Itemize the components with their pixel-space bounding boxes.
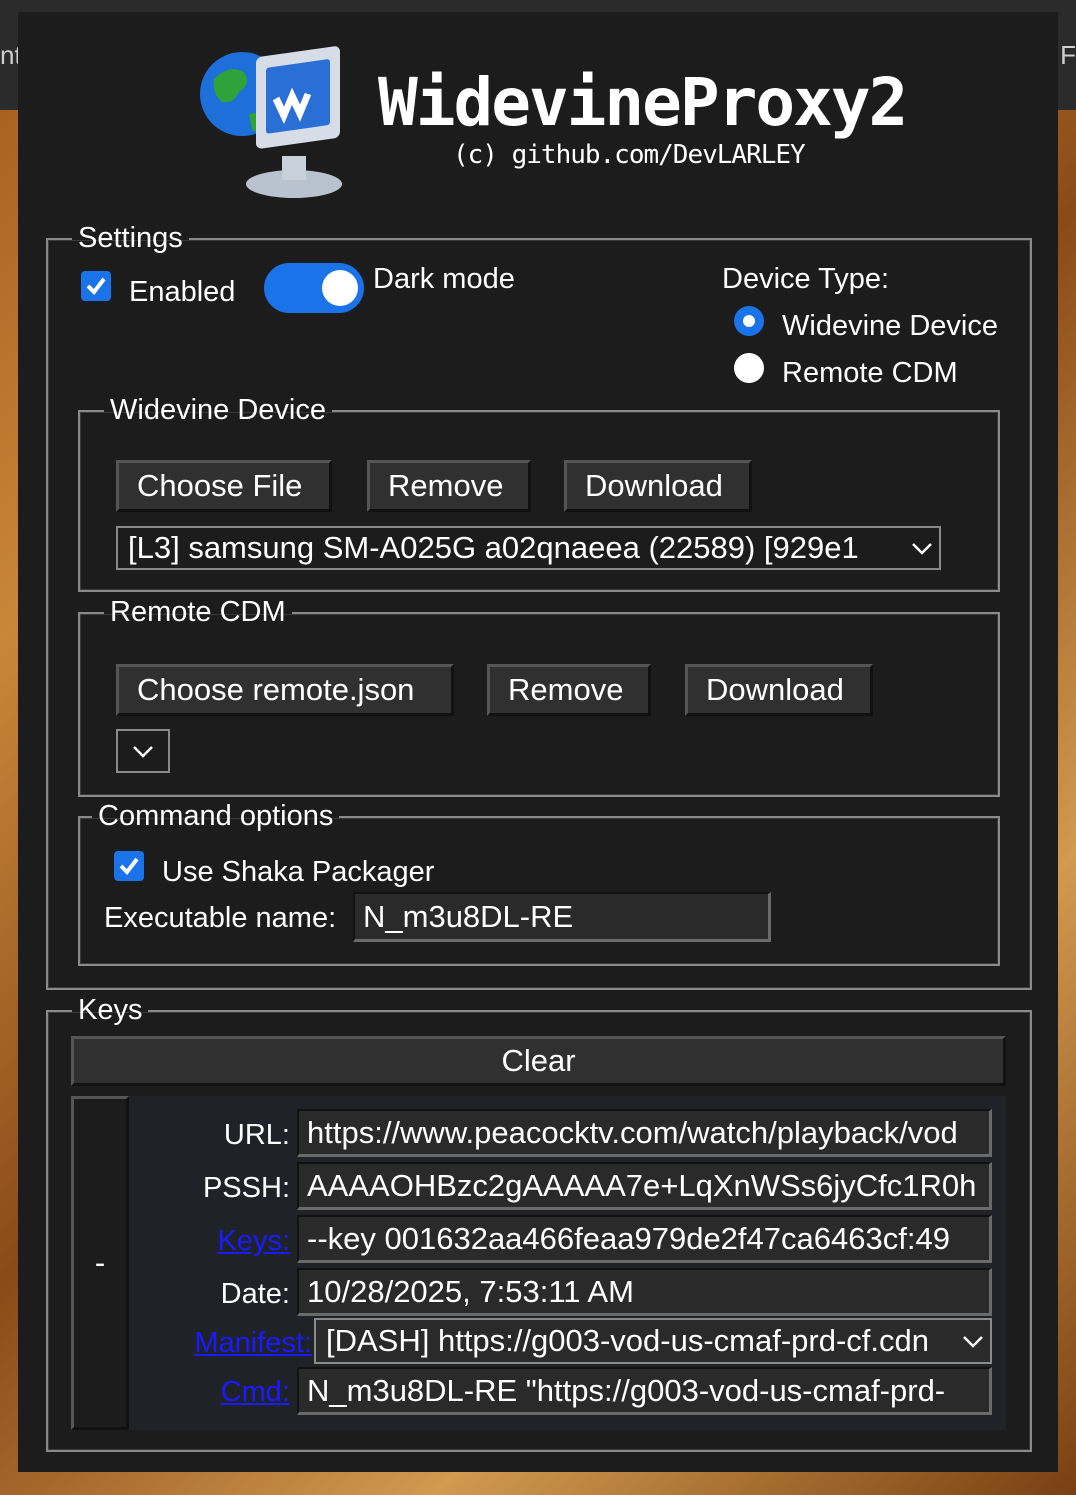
remote-cdm-select[interactable]: [116, 729, 170, 773]
executable-name-input[interactable]: N_m3u8DL-RE: [353, 892, 771, 942]
cmd-value[interactable]: N_m3u8DL-RE "https://g003-vod-us-cmaf-pr…: [297, 1367, 992, 1415]
date-label: Date:: [220, 1278, 290, 1310]
radio-widevine-device[interactable]: [734, 306, 764, 336]
radio-remote-cdm-label: Remote CDM: [782, 357, 958, 389]
checkmark-icon: [86, 277, 106, 296]
remove-device-button[interactable]: Remove: [367, 460, 531, 512]
url-value[interactable]: https://www.peacocktv.com/watch/playback…: [297, 1109, 992, 1157]
dark-mode-label: Dark mode: [373, 263, 515, 295]
widevine-device-select-value: [L3] samsung SM-A025G a02qnaeea (22589) …: [128, 530, 859, 565]
manifest-link[interactable]: Manifest:: [168, 1327, 312, 1360]
pssh-value[interactable]: AAAAOHBzc2gAAAAA7e+LqXnWSs6jyCfc1R0h: [297, 1162, 992, 1210]
header: WidevineProxy2 (c) github.com/DevLARLEY: [18, 12, 1058, 212]
url-label: URL:: [223, 1119, 290, 1151]
keys-link[interactable]: Keys:: [158, 1225, 290, 1258]
remote-cdm-legend: Remote CDM: [110, 596, 286, 628]
toggle-knob: [322, 270, 358, 306]
widevine-logo-icon: [200, 46, 342, 198]
widevine-device-legend: Widevine Device: [110, 394, 326, 426]
browser-edge-text-right: F: [1060, 40, 1076, 70]
radio-remote-cdm[interactable]: [734, 353, 764, 383]
use-shaka-label: Use Shaka Packager: [162, 856, 435, 888]
app-subtitle: (c) github.com/DevLARLEY: [453, 140, 806, 170]
chevron-down-icon: [956, 1324, 990, 1358]
chevron-down-icon: [126, 734, 160, 768]
date-value[interactable]: 10/28/2025, 7:53:11 AM: [297, 1268, 992, 1316]
dark-mode-toggle[interactable]: [264, 263, 364, 313]
app-title: WidevineProxy2: [378, 64, 908, 141]
choose-file-button[interactable]: Choose File: [116, 460, 332, 512]
download-remote-button[interactable]: Download: [685, 664, 873, 716]
enabled-label: Enabled: [129, 276, 236, 308]
remove-remote-button[interactable]: Remove: [487, 664, 651, 716]
radio-dot: [741, 313, 757, 329]
device-type-label: Device Type:: [722, 263, 890, 295]
extension-popup: WidevineProxy2 (c) github.com/DevLARLEY …: [18, 12, 1058, 1472]
collapse-entry-button[interactable]: -: [71, 1096, 129, 1430]
chevron-down-icon: [905, 531, 939, 565]
settings-legend: Settings: [78, 222, 183, 254]
checkmark-icon: [119, 857, 139, 876]
clear-keys-button[interactable]: Clear: [71, 1036, 1006, 1086]
download-device-button[interactable]: Download: [564, 460, 752, 512]
enabled-checkbox[interactable]: [81, 271, 111, 301]
pssh-label: PSSH:: [202, 1172, 290, 1204]
use-shaka-checkbox[interactable]: [114, 851, 144, 881]
executable-name-label: Executable name:: [104, 902, 337, 934]
cmd-link[interactable]: Cmd:: [158, 1376, 290, 1409]
keys-value[interactable]: --key 001632aa466feaa979de2f47ca6463cf:4…: [297, 1215, 992, 1263]
manifest-select[interactable]: [DASH] https://g003-vod-us-cmaf-prd-cf.c…: [314, 1318, 992, 1364]
manifest-select-value: [DASH] https://g003-vod-us-cmaf-prd-cf.c…: [326, 1323, 930, 1358]
choose-remote-json-button[interactable]: Choose remote.json: [116, 664, 454, 716]
keys-legend: Keys: [78, 994, 143, 1026]
radio-widevine-device-label: Widevine Device: [782, 310, 998, 342]
command-options-legend: Command options: [98, 800, 334, 832]
widevine-device-select[interactable]: [L3] samsung SM-A025G a02qnaeea (22589) …: [116, 526, 941, 570]
